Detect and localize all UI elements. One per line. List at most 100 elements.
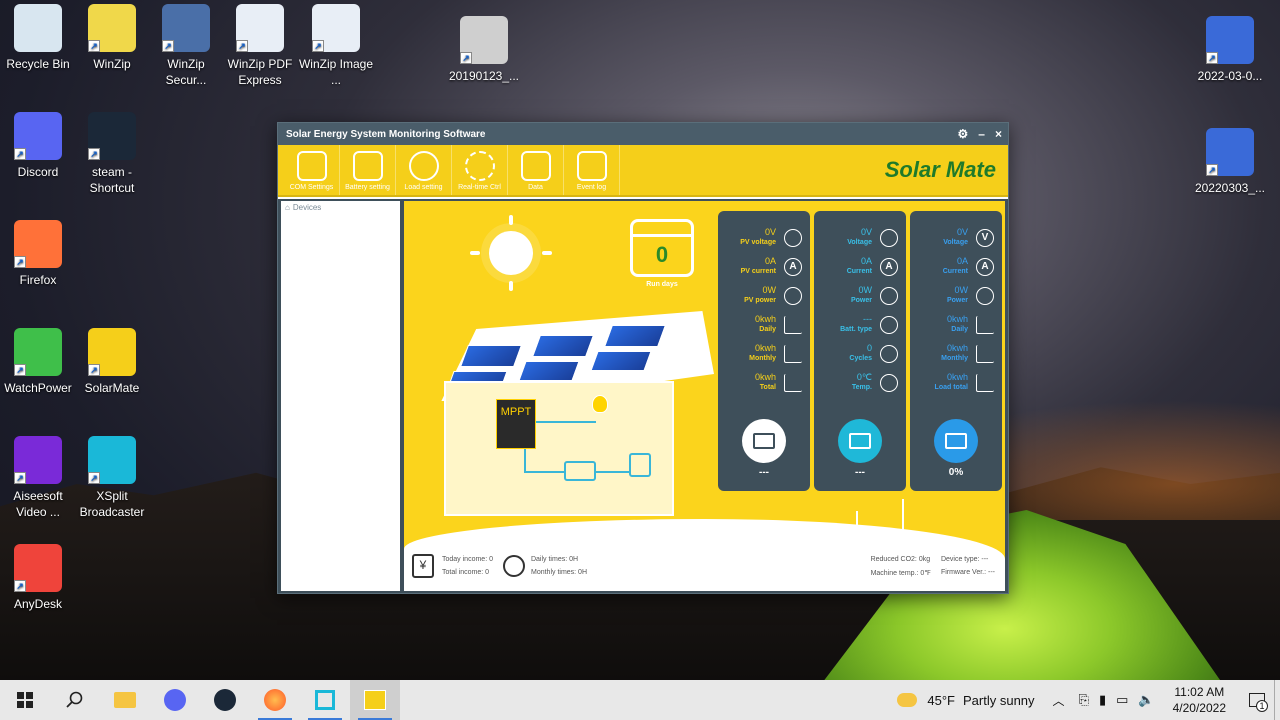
battery-card: 0V Voltage 0A Current A 0W Power --- Batt. type 0… bbox=[814, 211, 906, 491]
metric-row: 0kwh Daily bbox=[724, 312, 806, 340]
taskbar-steam[interactable] bbox=[200, 680, 250, 720]
volume-icon[interactable]: 🔈 bbox=[1138, 692, 1154, 708]
clock[interactable]: 11:02 AM 4/20/2022 bbox=[1159, 684, 1240, 716]
metric-row: --- Batt. type bbox=[820, 312, 902, 340]
shortcut-arrow-icon: ↗ bbox=[312, 40, 324, 52]
shortcut-arrow-icon: ↗ bbox=[1206, 52, 1218, 64]
solar-panel bbox=[531, 335, 595, 357]
metric-row: 0A Current A bbox=[820, 254, 902, 282]
tool-label: Load setting bbox=[404, 184, 443, 191]
metric-label: Power bbox=[946, 297, 968, 304]
desktop-icon[interactable]: ↗ SolarMate bbox=[74, 328, 150, 396]
desktop-icon[interactable]: ↗ 20220303_... bbox=[1192, 128, 1268, 196]
desktop-icon[interactable]: ↗ Firefox bbox=[0, 220, 76, 288]
tool-load-setting[interactable]: Load setting bbox=[396, 145, 452, 195]
taskbar-discord[interactable] bbox=[150, 680, 200, 720]
weather-temp[interactable]: 45°F bbox=[927, 693, 955, 708]
metric-label: Monthly bbox=[941, 355, 968, 362]
desktop-icon[interactable]: ↗ WinZip Secur... bbox=[148, 4, 224, 88]
desktop-icon[interactable]: ↗ Discord bbox=[0, 112, 76, 180]
desktop-icon[interactable]: ↗ XSplit Broadcaster bbox=[74, 436, 150, 520]
solarmate-icon: ↗ bbox=[88, 328, 136, 376]
shortcut-arrow-icon: ↗ bbox=[236, 40, 248, 52]
tool-com-settings[interactable]: COM Settings bbox=[284, 145, 340, 195]
taskbar-explorer[interactable] bbox=[100, 680, 150, 720]
tool-event-log[interactable]: Event log bbox=[564, 145, 620, 195]
windows-icon bbox=[17, 692, 33, 708]
card-footer: --- bbox=[855, 467, 865, 478]
pv-card: 0V PV voltage 0A PV current A 0W PV power 0kwh D… bbox=[718, 211, 810, 491]
metric-value: 0A bbox=[764, 256, 776, 266]
shortcut-arrow-icon: ↗ bbox=[14, 472, 26, 484]
mppt-label: MPPT bbox=[500, 406, 532, 418]
settings-icon[interactable]: ⚙ bbox=[958, 127, 969, 141]
battery-illustration bbox=[564, 461, 596, 481]
watchpower-icon: ↗ bbox=[14, 328, 62, 376]
weather-text[interactable]: Partly sunny bbox=[963, 693, 1035, 708]
show-desktop-button[interactable] bbox=[1274, 680, 1280, 720]
usb-icon[interactable]: ▮ bbox=[1099, 692, 1106, 708]
taskbar-solarmate[interactable] bbox=[350, 680, 400, 720]
metric-value: 0A bbox=[860, 256, 872, 266]
metric-value: 0W bbox=[954, 285, 969, 295]
bar-chart-icon bbox=[784, 374, 802, 392]
desktop-icon[interactable]: ↗ 2022-03-0... bbox=[1192, 16, 1268, 84]
desktop-icon-label: Firefox bbox=[19, 273, 57, 287]
monthly-times: Monthly times: 0H bbox=[530, 569, 588, 576]
chevron-up-icon[interactable]: ︿ bbox=[1053, 692, 1065, 709]
desktop-icon-label: Recycle Bin bbox=[6, 57, 70, 71]
window-titlebar[interactable]: Solar Energy System Monitoring Software … bbox=[278, 123, 1008, 145]
weather-icon[interactable] bbox=[897, 693, 918, 707]
history-clock-icon bbox=[502, 555, 525, 577]
card-icon-glyph bbox=[945, 433, 967, 449]
system-tray: 45°F Partly sunny ︿ ⎘ ▮ ▭ 🔈 11:02 AM 4/2… bbox=[897, 680, 1280, 720]
metric-label: Voltage bbox=[847, 239, 872, 246]
tool-realtime-ctrl[interactable]: Real-time Ctrl bbox=[452, 145, 508, 195]
network-icon[interactable]: ▭ bbox=[1116, 692, 1128, 708]
metric-value: 0V bbox=[860, 227, 872, 237]
desktop-icon[interactable]: ↗ WinZip PDF Express bbox=[222, 4, 298, 88]
desktop-icon[interactable]: ↗ 20190123_... bbox=[446, 16, 522, 84]
tool-battery-setting[interactable]: Battery setting bbox=[340, 145, 396, 195]
taskbar: 45°F Partly sunny ︿ ⎘ ▮ ▭ 🔈 11:02 AM 4/2… bbox=[0, 680, 1280, 720]
minimize-button[interactable]: – bbox=[978, 127, 985, 141]
desktop-icon[interactable]: ↗ WatchPower bbox=[0, 328, 76, 396]
discord-icon bbox=[164, 689, 186, 711]
search-button[interactable] bbox=[50, 680, 100, 720]
solar-panel bbox=[459, 345, 523, 367]
desktop-icon-label: Discord bbox=[17, 165, 59, 179]
devices-header[interactable]: ⌂ Devices bbox=[281, 201, 400, 214]
folder-icon bbox=[114, 692, 136, 708]
image-icon: ↗ bbox=[312, 4, 360, 52]
desktop-icon[interactable]: Recycle Bin bbox=[0, 4, 76, 72]
tool-data[interactable]: Data bbox=[508, 145, 564, 195]
xsplit-icon: ↗ bbox=[88, 436, 136, 484]
notifications-button[interactable]: 1 bbox=[1240, 680, 1274, 720]
wave-icon bbox=[880, 287, 898, 305]
taskbar-firefox[interactable] bbox=[250, 680, 300, 720]
metric-row: 0kwh Monthly bbox=[724, 341, 806, 369]
xsplit-icon bbox=[315, 690, 335, 710]
devices-panel[interactable]: ⌂ Devices bbox=[281, 201, 400, 591]
desktop-icon[interactable]: ↗ Aiseesoft Video ... bbox=[0, 436, 76, 520]
metric-row: 0A PV current A bbox=[724, 254, 806, 282]
metric-row: 0kwh Monthly bbox=[916, 341, 998, 369]
shortcut-arrow-icon: ↗ bbox=[14, 148, 26, 160]
desktop-icon[interactable]: ↗ steam - Shortcut bbox=[74, 112, 150, 196]
desktop-icon[interactable]: ↗ WinZip bbox=[74, 4, 150, 72]
card-icon-glyph bbox=[849, 433, 871, 449]
network-adapter-icon[interactable]: ⎘ bbox=[1079, 692, 1089, 708]
desktop-icon-label: WinZip Image ... bbox=[298, 57, 374, 87]
taskbar-xsplit[interactable] bbox=[300, 680, 350, 720]
metric-label: Load total bbox=[934, 384, 968, 391]
tool-label: Real-time Ctrl bbox=[458, 184, 501, 191]
close-button[interactable]: × bbox=[995, 127, 1002, 141]
desktop-icon[interactable]: ↗ AnyDesk bbox=[0, 544, 76, 612]
run-days-label: Run days bbox=[646, 281, 678, 288]
sun-ray bbox=[509, 281, 513, 291]
total-income: Total income: 0 bbox=[442, 569, 490, 576]
yen-icon: ¥ bbox=[412, 554, 434, 578]
steam-icon: ↗ bbox=[88, 112, 136, 160]
start-button[interactable] bbox=[0, 680, 50, 720]
desktop-icon[interactable]: ↗ WinZip Image ... bbox=[298, 4, 374, 88]
